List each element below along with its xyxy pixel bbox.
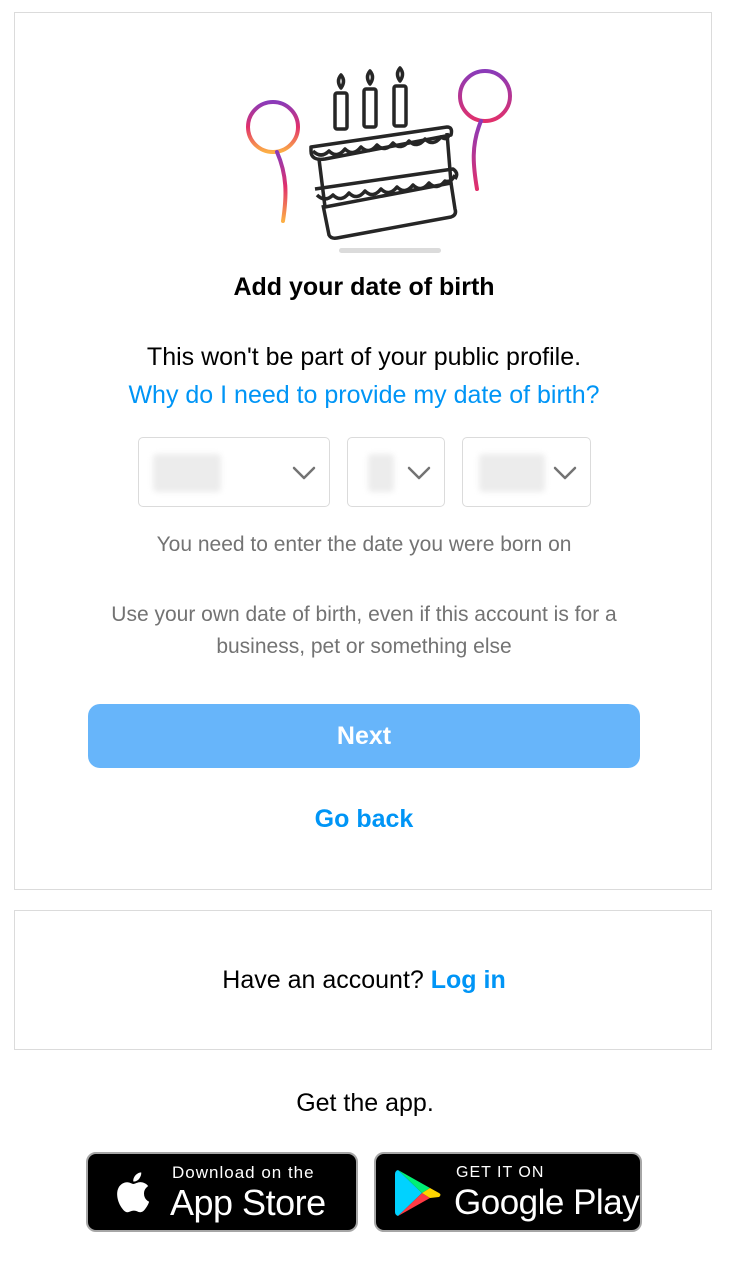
privacy-subtitle: This won't be part of your public profil… xyxy=(146,343,582,371)
apple-logo-icon xyxy=(117,1172,150,1213)
why-date-of-birth-link[interactable]: Why do I need to provide my date of birt… xyxy=(15,379,713,411)
chevron-down-icon xyxy=(407,466,431,480)
app-store-badge[interactable]: Download on the App Store xyxy=(86,1152,358,1232)
google-play-badge[interactable]: GET IT ON Google Play xyxy=(374,1152,642,1232)
day-select[interactable] xyxy=(347,437,445,507)
go-back-link[interactable]: Go back xyxy=(15,803,713,835)
chevron-down-icon xyxy=(553,466,577,480)
birthday-cake-with-balloons-icon xyxy=(246,66,512,253)
google-play-small-text: GET IT ON xyxy=(456,1164,545,1181)
app-store-small-text: Download on the xyxy=(172,1163,315,1182)
chevron-down-icon xyxy=(292,466,316,480)
year-value-redacted xyxy=(479,454,545,492)
login-link[interactable]: Log in xyxy=(431,966,506,994)
year-select[interactable] xyxy=(462,437,591,507)
login-card: Have an account? Log in xyxy=(14,910,712,1050)
next-button[interactable]: Next xyxy=(88,704,640,768)
google-play-logo-icon xyxy=(395,1170,441,1216)
get-app-label: Get the app. xyxy=(296,1089,434,1117)
login-prompt-line: Have an account? Log in xyxy=(15,964,713,996)
date-of-birth-card: Add your date of birth This won't be par… xyxy=(14,12,712,890)
month-value-redacted xyxy=(153,454,221,492)
own-date-note: Use your own date of birth, even if this… xyxy=(111,603,617,658)
google-play-big-text: Google Play xyxy=(454,1183,640,1222)
birth-date-hint: You need to enter the date you were born… xyxy=(156,533,572,556)
app-store-big-text: App Store xyxy=(170,1182,326,1223)
month-select[interactable] xyxy=(138,437,330,507)
day-value-redacted xyxy=(368,454,394,492)
page-title: Add your date of birth xyxy=(233,273,495,301)
login-prompt: Have an account? xyxy=(222,966,424,994)
